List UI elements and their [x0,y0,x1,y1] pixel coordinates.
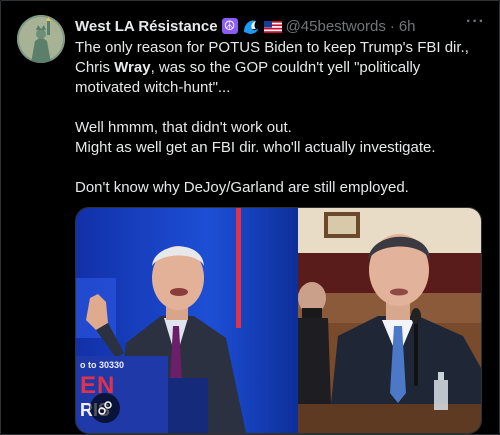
photo-biden[interactable]: o to 30330 EN RIS [76,208,298,433]
bold-name: Wray [114,59,151,76]
photo-wray[interactable] [298,208,481,433]
text-line: Don't know why DeJoy/Garland are still e… [75,179,409,196]
text-line: Chris Wray, was so the GOP couldn't yell… [75,58,487,78]
user-handle[interactable]: @45bestwords [286,18,386,35]
text-line: Might as well get an FBI dir. who'll act… [75,139,436,156]
peace-icon: ☮ [221,18,238,34]
wray-photo-image [298,208,481,433]
timestamp[interactable]: 6h [399,18,416,35]
wave-icon [242,18,260,34]
text-fragment: Chris [75,59,115,76]
statue-of-liberty-avatar-image [17,15,65,63]
display-name[interactable]: West LA Résistance [75,18,218,35]
avatar[interactable] [17,15,65,63]
separator-dot: · [389,17,395,35]
text-line: The only reason for POTUS Biden to keep … [75,39,469,56]
text-fragment: , was so the GOP couldn't yell "politica… [150,59,421,76]
sign-text-number: o to 30330 [80,360,125,370]
tweet-text: The only reason for POTUS Biden to keep … [75,38,487,198]
tweet-media[interactable]: o to 30330 EN RIS [75,207,482,434]
gif-play-icon[interactable] [90,393,120,423]
text-line: motivated witch-hunt"... [75,79,231,96]
tweet-card[interactable]: West LA Résistance ☮ @45bestwords · 6h ·… [0,0,500,435]
us-flag-icon [263,20,282,33]
more-options-icon[interactable]: ··· [466,13,485,31]
tweet-header: West LA Résistance ☮ @45bestwords · 6h [75,16,485,36]
text-line: Well hmmm, that didn't work out. [75,119,292,136]
